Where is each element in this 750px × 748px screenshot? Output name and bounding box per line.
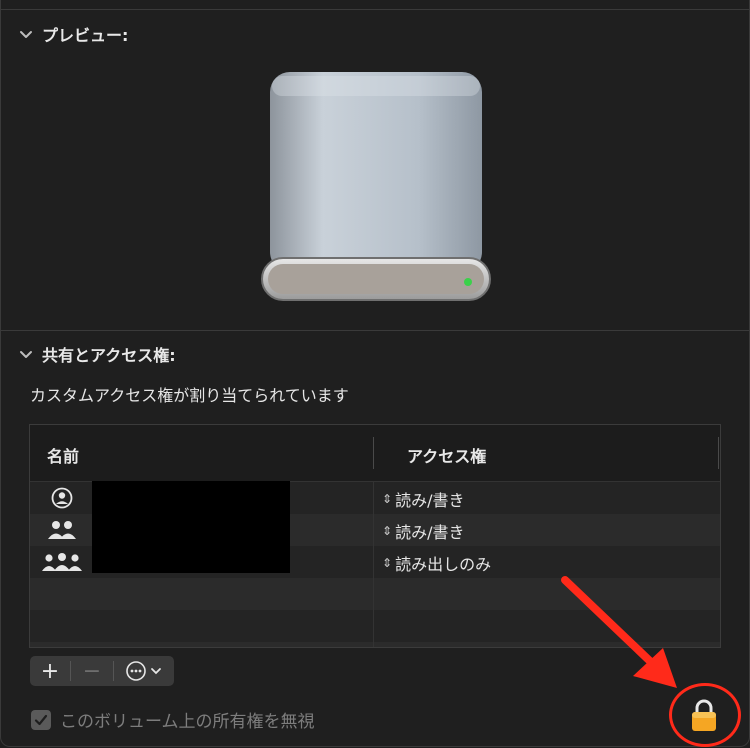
column-separator[interactable]: [718, 437, 719, 469]
permissions-toolbar: + −: [30, 656, 174, 686]
column-separator[interactable]: [373, 437, 374, 469]
user-icon: [40, 485, 84, 511]
checkbox[interactable]: [31, 709, 51, 730]
annotation-circle: [669, 683, 741, 747]
annotation-arrow-icon: [561, 576, 677, 688]
action-menu-button[interactable]: [114, 656, 172, 686]
column-header-name[interactable]: 名前: [47, 443, 79, 467]
access-popup[interactable]: ⇕ 読み/書き: [382, 519, 464, 543]
section-divider: [0, 330, 750, 331]
updown-icon: ⇕: [382, 492, 393, 506]
table-header: 名前 アクセス権: [30, 425, 720, 482]
preview-section-header[interactable]: プレビュー:: [18, 22, 128, 46]
external-drive-icon: [261, 72, 491, 301]
permission-status: カスタムアクセス権が割り当てられています: [30, 386, 349, 405]
updown-icon: ⇕: [382, 524, 393, 538]
access-popup[interactable]: ⇕ 読み出しのみ: [382, 551, 491, 575]
top-divider: [0, 9, 750, 10]
sharing-title: 共有とアクセス権:: [42, 346, 176, 365]
chevron-down-icon: [150, 668, 161, 675]
preview-title: プレビュー:: [42, 26, 129, 45]
everyone-icon: [40, 549, 84, 575]
chevron-down-icon: [20, 351, 32, 358]
ignore-ownership-checkbox[interactable]: このボリューム上の所有権を無視: [31, 707, 315, 732]
checkmark-icon: [34, 714, 48, 725]
redacted-names: [92, 481, 290, 573]
column-divider: [373, 481, 374, 647]
access-popup[interactable]: ⇕ 読み/書き: [382, 487, 464, 511]
remove-button[interactable]: −: [71, 656, 113, 686]
ellipsis-circle-icon: [125, 661, 146, 681]
group-icon: [40, 517, 84, 543]
chevron-down-icon: [20, 31, 32, 38]
ignore-ownership-label: このボリューム上の所有権を無視: [60, 712, 315, 732]
add-button[interactable]: +: [30, 656, 70, 686]
column-header-access[interactable]: アクセス権: [407, 443, 486, 467]
sharing-section-header[interactable]: 共有とアクセス権:: [18, 342, 176, 366]
updown-icon: ⇕: [382, 556, 393, 570]
